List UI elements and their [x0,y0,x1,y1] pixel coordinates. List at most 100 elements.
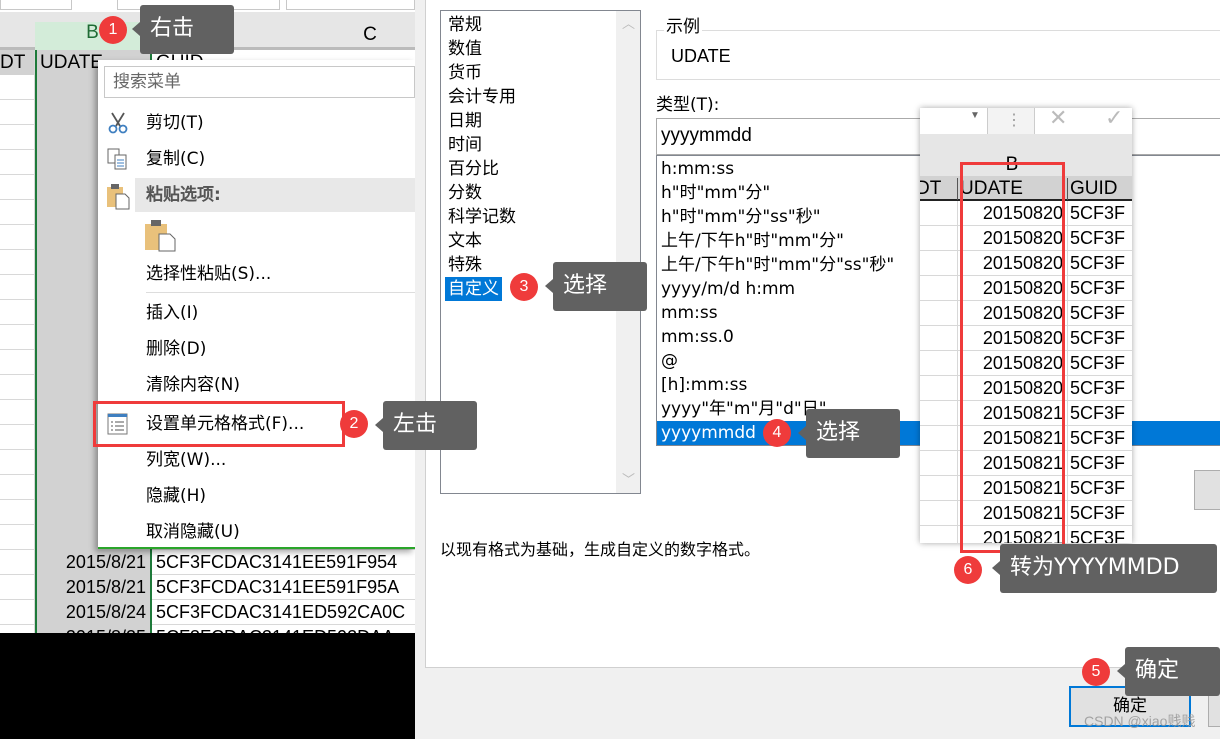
name-box[interactable] [0,0,72,10]
menu-item-label: 复制(C) [146,149,206,169]
menu-item-unhide[interactable]: 取消隐藏(U) [98,515,415,549]
column-header-c[interactable]: C [330,24,410,50]
inset-cell-guid: 5CF3F [1067,351,1132,376]
inset-cell-guid: 5CF3F [1067,451,1132,476]
cell-prev[interactable] [0,200,35,225]
cell-prev[interactable] [0,150,35,175]
cell-prev[interactable] [0,325,35,350]
menu-item-copy[interactable]: 复制(C) [98,142,415,176]
cell-prev[interactable] [0,475,35,500]
menu-item-clear-contents[interactable]: 清除内容(N) [98,368,415,402]
cell-prev[interactable] [0,75,35,100]
menu-item-insert[interactable]: 插入(I) [98,296,415,330]
step-tooltip-4: 选择 [798,409,900,458]
cell-prev[interactable] [0,600,35,625]
cell-prev[interactable] [0,375,35,400]
step-tooltip-2: 左击 [375,401,477,450]
cell-prev[interactable] [0,100,35,125]
cell-prev[interactable] [0,625,35,633]
more-icon: ⋮ [1006,112,1022,129]
menu-item-paste-special[interactable]: 选择性粘贴(S)... [98,257,415,291]
menu-item-label: 列宽(W)... [146,450,227,470]
cell-prev[interactable] [0,225,35,250]
step-badge-4: 4 [763,419,791,447]
table-row: 2015/8/24 5CF3FCDAC3141ED592CA0C [0,600,415,625]
category-item[interactable]: 数值 [445,37,485,61]
menu-item-label: 删除(D) [146,339,207,359]
cell-prev[interactable] [0,550,35,575]
context-menu: 搜索菜单 剪切(T) 复制(C) 粘贴选项: 选择性粘贴(S)... 插入(I)… [98,60,415,549]
menu-item-column-width[interactable]: 列宽(W)... [98,443,415,477]
copy-icon [106,147,130,171]
category-item[interactable]: 百分比 [445,157,502,181]
menu-divider [146,292,415,293]
category-item[interactable]: 文本 [445,229,485,253]
menu-item-cut[interactable]: 剪切(T) [98,106,415,140]
cell-prev[interactable] [0,125,35,150]
cell-prev[interactable] [0,275,35,300]
cell-udate[interactable]: 2015/8/21 [35,550,150,575]
cell-guid[interactable]: 5CF3FCDAC3141EE591F95A [150,575,415,600]
cell-prev[interactable] [0,500,35,525]
inset-cell-guid: 5CF3F [1067,201,1132,226]
category-item[interactable]: 常规 [445,13,485,37]
menu-item-label: 隐藏(H) [146,486,207,506]
description-text: 以现有格式为基础，生成自定义的数字格式。 [440,540,761,559]
scissors-icon [106,111,130,135]
sample-label: 示例 [664,12,702,37]
table-row: 2015/8/21 5CF3FCDAC3141EE591F95A [0,575,415,600]
paste-icon [106,182,130,210]
cell-prev[interactable] [0,400,35,425]
watermark: CSDN @xiao贱贱 [1084,713,1196,729]
category-item[interactable]: 货币 [445,61,485,85]
category-item[interactable]: 会计专用 [445,85,519,109]
inset-header-dt: DT [920,178,942,199]
cell-prev[interactable] [0,425,35,450]
inset-name-box: ▼ [920,108,988,134]
cell-prev[interactable] [0,175,35,200]
inset-cell-guid: 5CF3F [1067,526,1132,543]
chevron-up-icon[interactable]: ︿ [622,13,635,32]
paste-default-icon[interactable] [144,218,176,252]
formula-bar[interactable] [286,0,415,10]
step-tooltip-5: 确定 [1117,647,1220,696]
table-row: 2015/8/255CF3FCDAC3141ED592DAA [0,625,415,633]
inset-cell-guid: 5CF3F [1067,251,1132,276]
menu-search-input[interactable]: 搜索菜单 [104,66,415,98]
highlight-result-column [960,162,1065,553]
cell-guid[interactable]: 5CF3FCDAC3141EE591F954 [150,550,415,575]
category-item[interactable]: 时间 [445,133,485,157]
cell-udate[interactable]: 2015/8/24 [35,600,150,625]
category-item[interactable]: 分数 [445,181,485,205]
category-item[interactable]: 自定义 [445,277,502,301]
cell-prev[interactable] [0,250,35,275]
delete-button[interactable] [1194,470,1220,510]
category-item[interactable]: 科学记数 [445,205,519,229]
header-cell-dt[interactable]: DT [0,50,35,75]
chevron-down-icon[interactable]: ﹀ [622,469,635,488]
cell-prev[interactable] [0,300,35,325]
table-row: 2015/8/21 5CF3FCDAC3141EE591F954 [0,550,415,575]
cell-prev[interactable] [0,575,35,600]
cell-guid[interactable]: 5CF3FCDAC3141ED592CA0C [150,600,415,625]
menu-item-label: 剪切(T) [146,113,204,133]
cell-prev[interactable] [0,450,35,475]
cancel-x-icon: ✕ [1049,108,1068,130]
paste-options-header: 粘贴选项: [135,178,415,212]
paste-options-label: 粘贴选项: [146,185,221,205]
menu-item-delete[interactable]: 删除(D) [98,332,415,366]
inset-cell-guid: 5CF3F [1067,376,1132,401]
inset-cell-guid: 5CF3F [1067,476,1132,501]
cell-prev[interactable] [0,350,35,375]
type-label: 类型(T): [656,95,720,115]
step-badge-2: 2 [340,410,368,438]
cell-guid[interactable]: 5CF3FCDAC3141ED592DAA [150,625,415,633]
sample-group [656,30,1220,80]
cell-prev[interactable] [0,525,35,550]
menu-item-hide[interactable]: 隐藏(H) [98,479,415,513]
category-item[interactable]: 特殊 [445,253,485,277]
cell-udate[interactable]: 2015/8/25 [35,625,150,633]
cell-udate[interactable]: 2015/8/21 [35,575,150,600]
category-item[interactable]: 日期 [445,109,485,133]
category-scrollbar[interactable]: ︿ ﹀ [616,11,640,493]
